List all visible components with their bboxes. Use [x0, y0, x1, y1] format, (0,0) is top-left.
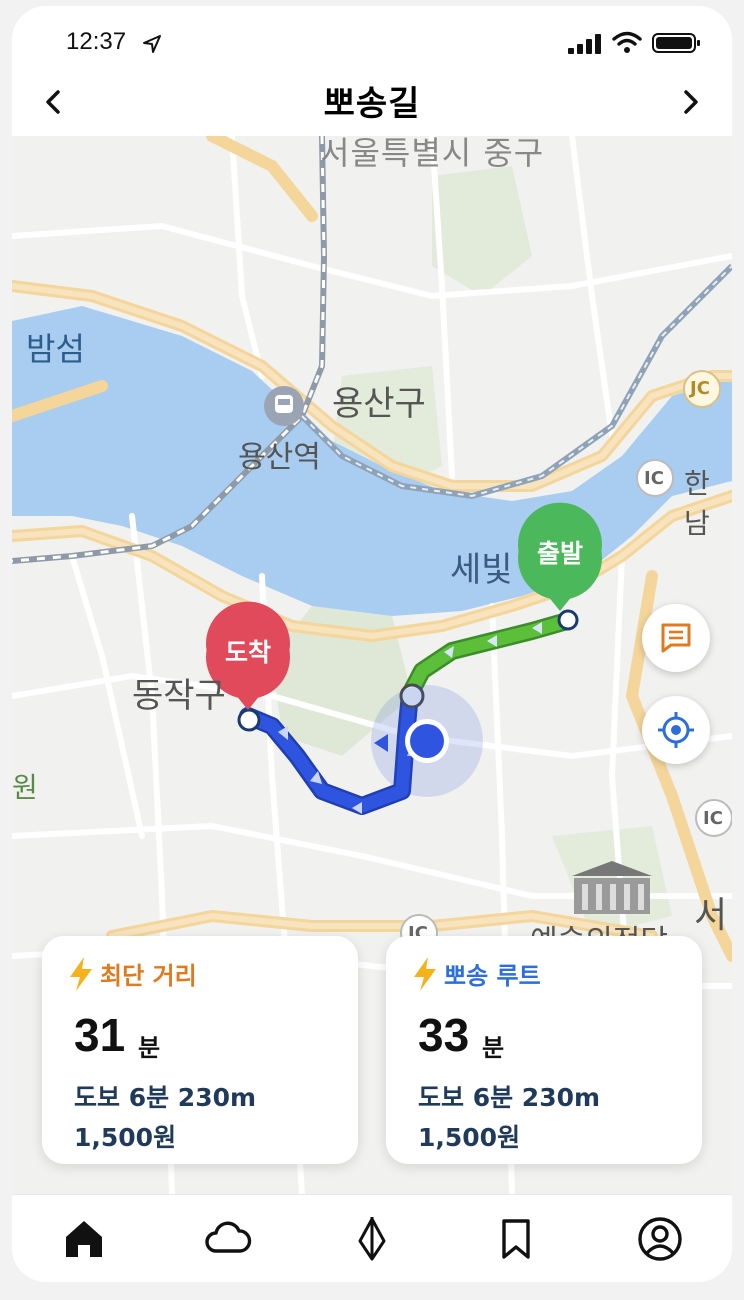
- map-label-sebit: 세빛: [450, 550, 513, 590]
- current-location-marker: [371, 685, 483, 797]
- map-label-top: 서울특별시 중구: [320, 136, 545, 172]
- cloud-icon: [205, 1221, 252, 1253]
- message-icon: [661, 623, 691, 653]
- tab-bookmark[interactable]: [492, 1215, 540, 1263]
- tab-weather[interactable]: [204, 1215, 252, 1263]
- my-location-button[interactable]: [642, 696, 710, 764]
- end-marker-label: 도착: [224, 638, 271, 667]
- route-fare: 1,500원: [418, 1123, 521, 1152]
- map-label-seo: 서: [694, 895, 728, 936]
- crosshair-icon: [658, 712, 694, 748]
- train-station-icon: [264, 386, 304, 426]
- map-label-won: 원: [12, 771, 38, 804]
- status-time: 12:37: [66, 28, 127, 55]
- home-icon: [66, 1221, 102, 1257]
- status-bar: 12:37: [12, 6, 732, 70]
- page-title: 뽀송길: [323, 84, 421, 124]
- umbrella-icon: [358, 1217, 386, 1261]
- tab-home[interactable]: [60, 1215, 108, 1263]
- bottom-tab-bar: [12, 1194, 732, 1282]
- battery-icon: [652, 33, 700, 53]
- chevron-right-icon: [684, 90, 698, 114]
- route-card-shortest[interactable]: 최단 거리 31 분 도보 6분 230m 1,500원: [42, 936, 358, 1164]
- route-label: 최단 거리: [100, 962, 197, 990]
- phone-screen: 12:37 뽀송길 서울특별시 중구 밤섬 용산구 용산역 세빛 동작구 한남 …: [12, 6, 732, 1282]
- bookmark-icon: [502, 1219, 530, 1259]
- app-header: 뽀송길: [12, 68, 732, 136]
- tab-umbrella[interactable]: [348, 1215, 396, 1263]
- route-card-dry[interactable]: 뽀송 루트 33 분 도보 6분 230m 1,500원: [386, 936, 702, 1164]
- route-walk-info: 도보 6분 230m: [418, 1083, 601, 1112]
- map-label-dongjak: 동작구: [132, 676, 226, 716]
- route-walk-info: 도보 6분 230m: [74, 1083, 257, 1112]
- forward-button[interactable]: [672, 84, 708, 120]
- map-label-ic-2: IC: [703, 808, 723, 829]
- lightning-icon: [414, 956, 436, 991]
- map-label-hannam: 한남: [684, 467, 710, 540]
- route-minutes: 33: [418, 1009, 470, 1061]
- location-arrow-icon: [143, 35, 161, 53]
- route-minutes-unit: 분: [138, 1034, 161, 1062]
- wifi-icon: [612, 31, 642, 53]
- profile-icon: [638, 1217, 682, 1261]
- route-fare: 1,500원: [74, 1123, 177, 1152]
- route-card-header: 최단 거리: [68, 956, 197, 991]
- start-marker-label: 출발: [536, 539, 583, 568]
- lightning-icon: [70, 956, 92, 991]
- map-label-bamseom: 밤섬: [26, 330, 85, 368]
- signal-icon: [568, 34, 601, 54]
- route-minutes-unit: 분: [482, 1034, 505, 1062]
- route-minutes: 31: [74, 1009, 126, 1061]
- report-button[interactable]: [642, 604, 710, 672]
- map-label-ic-1: IC: [644, 468, 664, 489]
- map-label-yongsan-gu: 용산구: [332, 384, 426, 424]
- route-card-header: 뽀송 루트: [412, 956, 541, 991]
- map-label-yongsan-station: 용산역: [238, 440, 321, 475]
- map-label-jc: JC: [690, 378, 710, 399]
- route-label: 뽀송 루트: [444, 962, 541, 990]
- tab-profile[interactable]: [636, 1215, 684, 1263]
